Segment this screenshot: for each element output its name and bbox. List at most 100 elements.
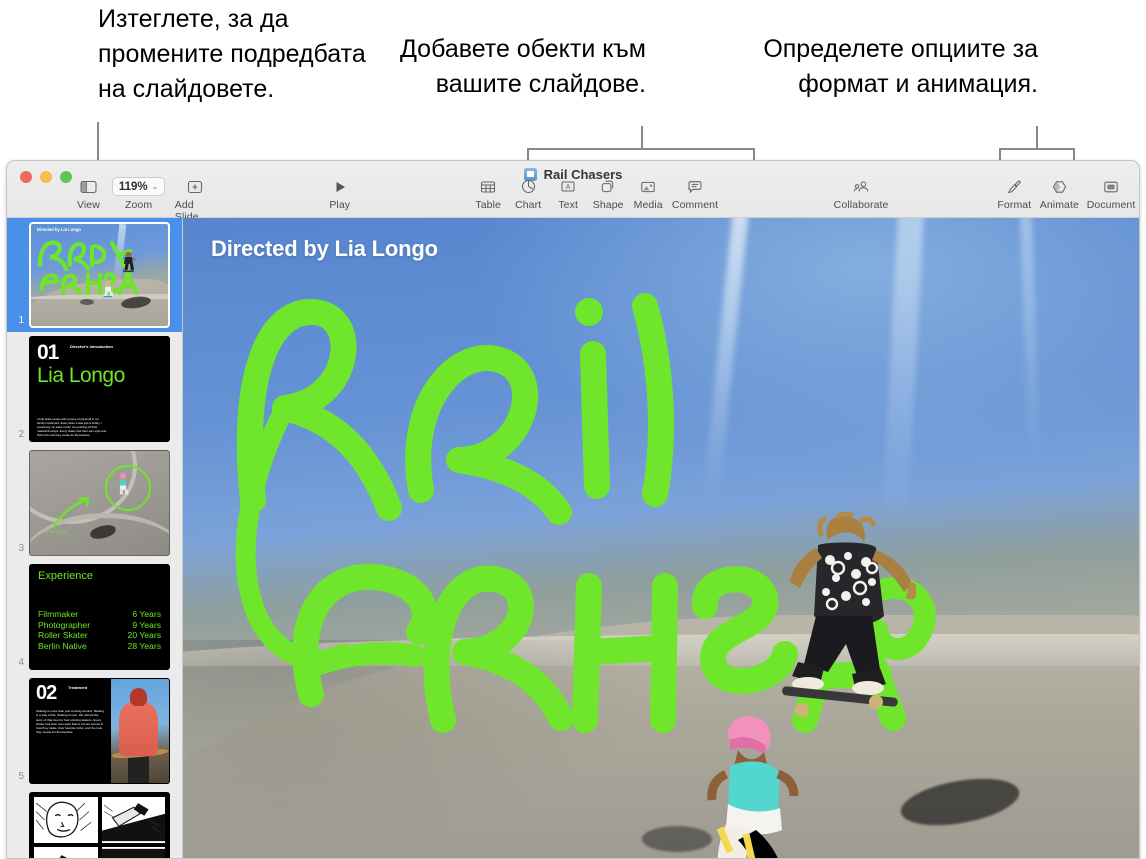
- insert-chart-button[interactable]: Chart: [508, 177, 548, 211]
- slide-thumbnail-3[interactable]: (This is Lia).: [29, 450, 170, 556]
- animate-label: Animate: [1039, 199, 1079, 211]
- thumb5-body: Skating is more than just cruising aroun…: [36, 709, 104, 735]
- slide-number-5: 5: [18, 771, 24, 782]
- play-label: Play: [329, 199, 351, 211]
- thumb2-body: I built skate ramps with a piece of plyw…: [37, 416, 107, 437]
- experience-role: Filmmaker: [38, 609, 79, 619]
- storyboard-panel-1: [34, 797, 98, 843]
- current-slide[interactable]: Directed by Lia Longo: [183, 218, 1139, 858]
- main-toolbar: View 119% ⌄ Zoom Add Slide Play Table Ch…: [7, 177, 1139, 223]
- table-grid-icon: [480, 177, 496, 196]
- slide-thumbnail-2[interactable]: 01 Director's Introduction Lia Longo I b…: [29, 336, 170, 442]
- slide-number-4: 4: [18, 657, 24, 668]
- collaborate-button[interactable]: Collaborate: [830, 177, 892, 211]
- insert-table-label: Table: [475, 199, 501, 211]
- callout-text-reorder-slides: Изтеглете, за да промените подредбата на…: [98, 5, 366, 103]
- callout-text-format-animate: Определете опциите за формат и анимация.: [763, 35, 1038, 98]
- table-row: Photographer 9 Years: [38, 620, 161, 631]
- thumb5-photo: [110, 679, 169, 783]
- experience-role: Roller Skater: [38, 630, 88, 640]
- comment-button[interactable]: Comment: [668, 177, 722, 211]
- thumb5-kicker: Treatment: [68, 685, 88, 690]
- table-row: Roller Skater 20 Years: [38, 630, 161, 641]
- slide-thumbnail-row-3[interactable]: 3 (This is Lia).: [7, 446, 182, 560]
- slide-navigator[interactable]: 1 Directed by Lia Longo 2 01 Director's …: [7, 218, 183, 858]
- slide-thumbnail-row-2[interactable]: 2 01 Director's Introduction Lia Longo I…: [7, 332, 182, 446]
- slide-thumbnail-row-1[interactable]: 1 Directed by Lia Longo: [7, 218, 182, 332]
- roller-skater-seated[interactable]: [690, 704, 810, 858]
- experience-years: 28 Years: [127, 640, 161, 651]
- person-add-icon: [853, 177, 870, 196]
- experience-years: 20 Years: [127, 630, 161, 640]
- green-arrow-annotation: [52, 497, 90, 528]
- slide-title-text[interactable]: Directed by Lia Longo: [211, 236, 438, 262]
- insert-chart-label: Chart: [515, 199, 542, 211]
- table-row: Filmmaker 6 Years: [38, 609, 161, 620]
- leader-line-middle-stem: [641, 126, 643, 150]
- format-label: Format: [997, 199, 1032, 211]
- slide-thumbnail-row-5[interactable]: 5 02 Treatment Skating is more than just…: [7, 674, 182, 788]
- leader-line-right-bar: [999, 148, 1075, 150]
- skate-grind-sketch-icon: [101, 803, 165, 842]
- green-circle-annotation: [105, 464, 152, 511]
- storyboard-panel-2: [101, 797, 165, 843]
- insert-shape-button[interactable]: Shape: [588, 177, 628, 211]
- slide-number-3: 3: [18, 543, 24, 554]
- chevron-down-icon: ⌄: [151, 182, 159, 191]
- experience-role: Berlin Native: [38, 640, 87, 651]
- animate-button[interactable]: Animate: [1036, 177, 1083, 211]
- leader-line-right-stem: [1036, 126, 1038, 150]
- slide-thumbnail-row-6[interactable]: [7, 788, 182, 858]
- zoom-label: Zoom: [124, 199, 153, 211]
- insert-media-button[interactable]: Media: [628, 177, 668, 211]
- portrait-sketch-icon: [35, 801, 92, 838]
- callout-text-add-objects: Добавете обекти към вашите слайдове.: [399, 35, 646, 98]
- thumb3-annotation-text: (This is Lia).: [45, 529, 68, 534]
- slide-number-2: 2: [18, 429, 24, 440]
- shadow-sketch-icon: [101, 848, 165, 858]
- zoom-value-popup[interactable]: 119% ⌄: [111, 177, 166, 196]
- slide-thumbnail-6[interactable]: [29, 792, 170, 858]
- zoom-control[interactable]: 119% ⌄ Zoom: [108, 177, 168, 211]
- slide-canvas[interactable]: Directed by Lia Longo: [183, 218, 1139, 858]
- play-triangle-icon: [333, 177, 347, 196]
- sidebar-panel-icon: [80, 177, 97, 196]
- skateboarder-thumb: [123, 251, 137, 272]
- view-button[interactable]: View: [68, 177, 108, 211]
- slide-thumbnail-1[interactable]: Directed by Lia Longo: [29, 222, 170, 328]
- sky-streak-3: [1019, 218, 1041, 462]
- insert-media-label: Media: [633, 199, 663, 211]
- thumb2-name: Lia Longo: [37, 364, 125, 387]
- storyboard-panel-4: [101, 847, 165, 858]
- photo-icon: [640, 177, 656, 196]
- window-body: 1 Directed by Lia Longo 2 01 Director's …: [7, 218, 1139, 858]
- slide-thumbnail-4[interactable]: Experience Filmmaker 6 Years Photographe…: [29, 564, 170, 670]
- slide-thumbnail-5[interactable]: 02 Treatment Skating is more than just c…: [29, 678, 170, 784]
- experience-years: 6 Years: [132, 609, 161, 619]
- thumb5-text-column: 02 Treatment Skating is more than just c…: [30, 679, 111, 783]
- roller-skater-thumb: [103, 281, 114, 298]
- thumb1-title: Directed by Lia Longo: [37, 227, 81, 232]
- play-button[interactable]: Play: [320, 177, 360, 211]
- storyboard-panel-3: [34, 847, 98, 858]
- insert-table-button[interactable]: Table: [468, 177, 508, 211]
- zoom-value-text: 119%: [118, 180, 148, 193]
- view-button-label: View: [76, 199, 100, 211]
- diamond-animate-icon: [1051, 177, 1068, 196]
- text-box-icon: A: [560, 177, 576, 196]
- keynote-window: Rail Chasers View 119% ⌄ Zoom Add Slide …: [6, 160, 1140, 859]
- format-button[interactable]: Format: [993, 177, 1036, 211]
- insert-text-label: Text: [558, 199, 578, 211]
- collaborate-label: Collaborate: [833, 199, 889, 211]
- add-slide-button[interactable]: Add Slide: [169, 177, 222, 223]
- insert-text-button[interactable]: A Text: [548, 177, 588, 211]
- window-titlebar: Rail Chasers View 119% ⌄ Zoom Add Slide …: [7, 161, 1139, 223]
- leader-line-middle-bar: [527, 148, 755, 150]
- skater-helmet: [129, 688, 148, 707]
- slide-thumbnail-row-4[interactable]: 4 Experience Filmmaker 6 Years Photograp…: [7, 560, 182, 674]
- thumb2-kicker: Director's Introduction: [70, 344, 113, 349]
- pie-chart-icon: [521, 177, 536, 196]
- table-row: Berlin Native 28 Years: [38, 641, 161, 652]
- document-button[interactable]: Document: [1083, 177, 1139, 211]
- insert-shape-label: Shape: [592, 199, 624, 211]
